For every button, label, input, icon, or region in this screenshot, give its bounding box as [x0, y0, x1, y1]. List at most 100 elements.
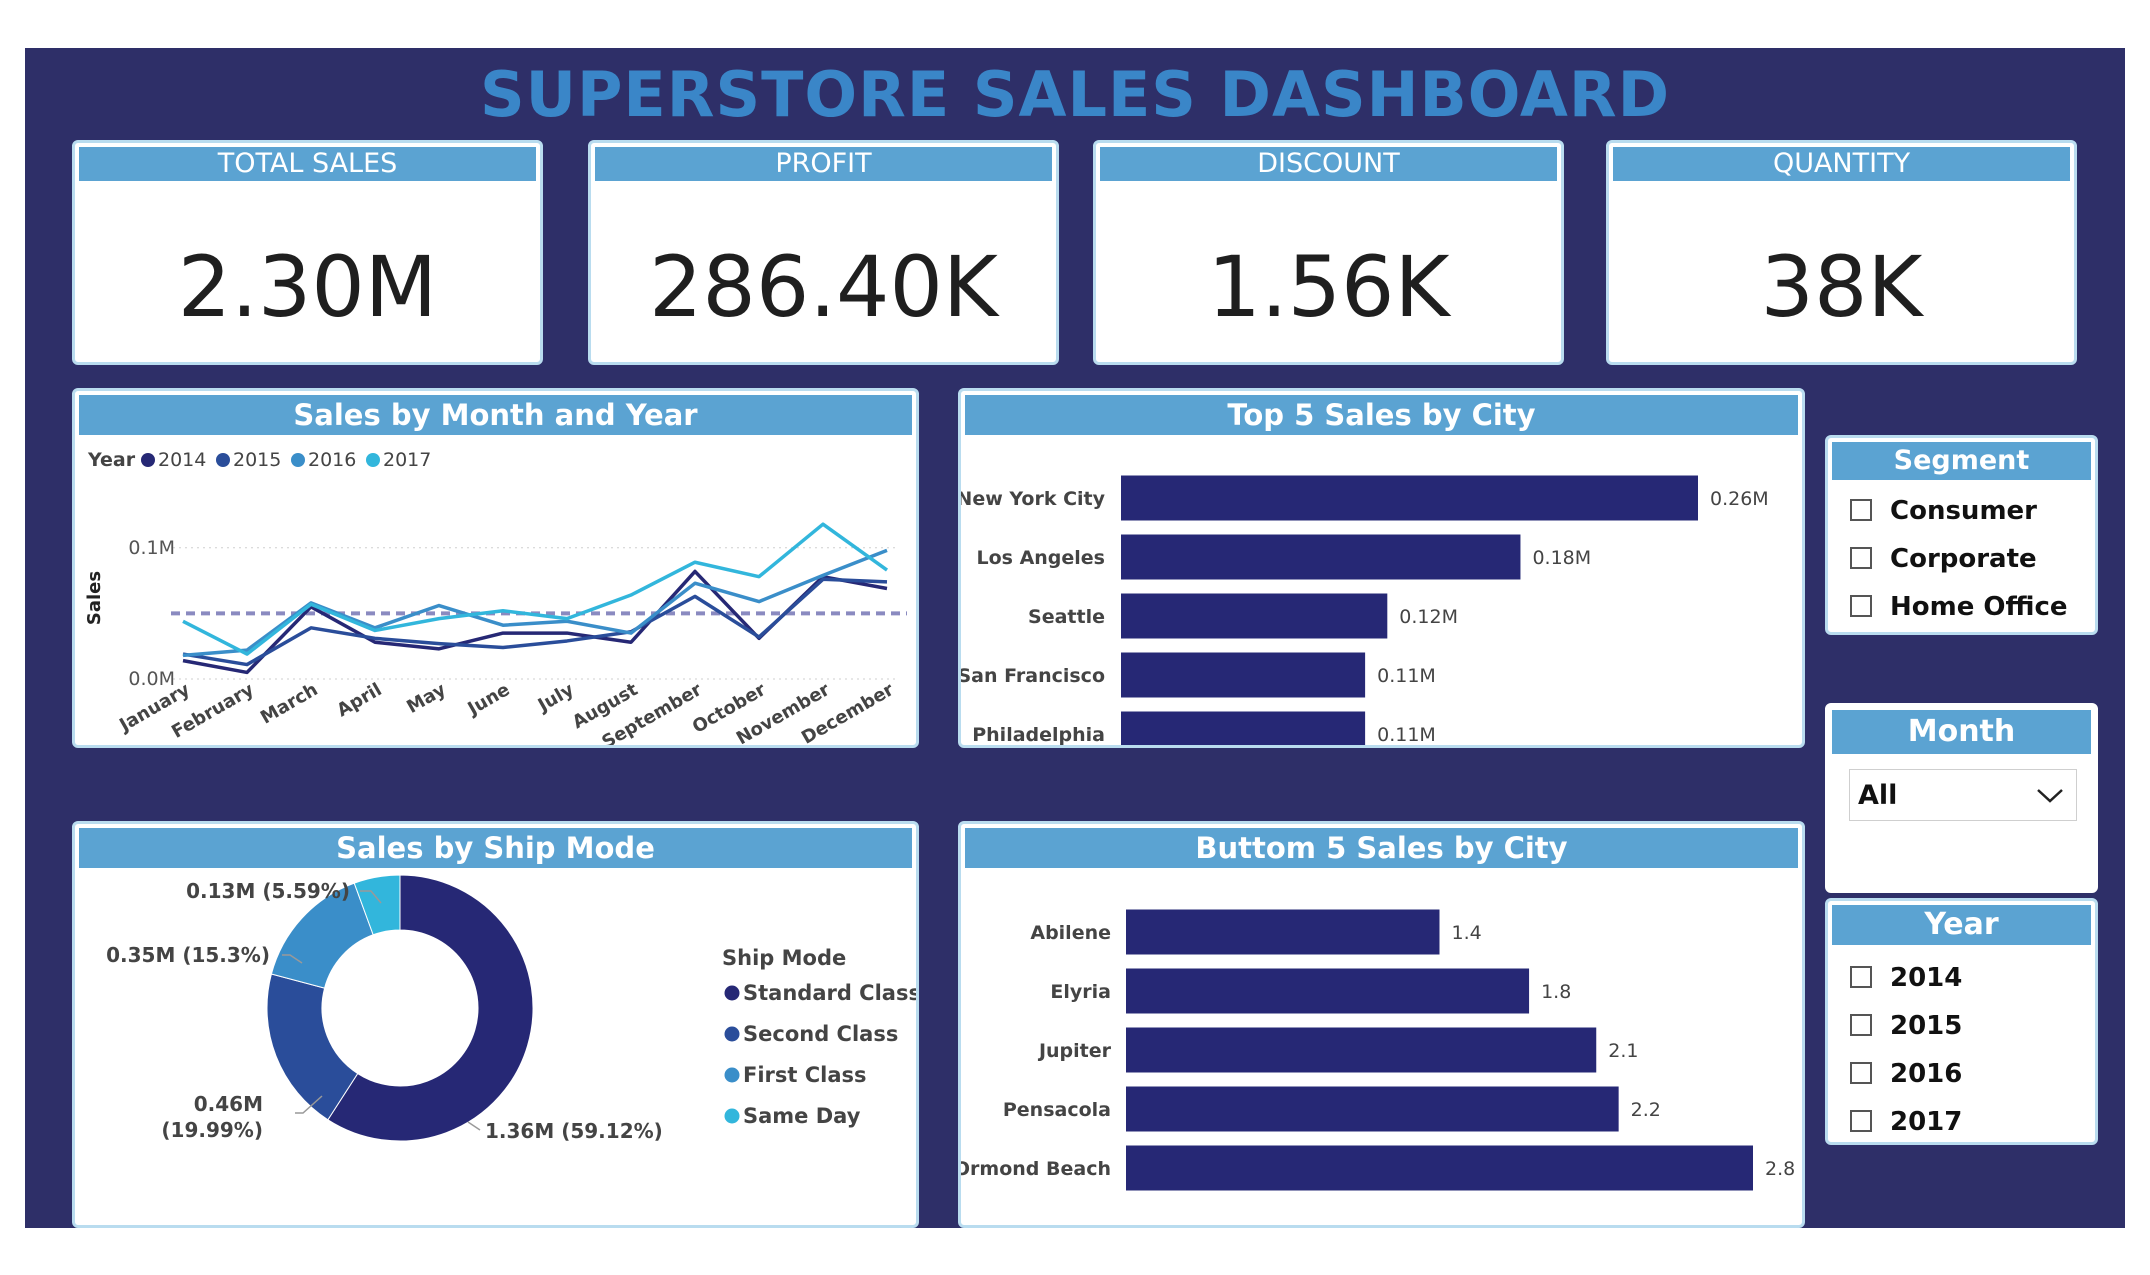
legend-marker [724, 985, 740, 1001]
year-slicer[interactable]: Year 2014 2015 2016 2017 [1825, 898, 2098, 1145]
category-label: Seattle [1028, 606, 1105, 628]
kpi-label: DISCOUNT [1100, 147, 1557, 181]
bar [1121, 593, 1388, 639]
checkbox[interactable] [1850, 499, 1872, 521]
bar [1126, 1027, 1597, 1073]
sales-by-month-panel[interactable]: Sales by Month and Year Year 2014 2015 2016… [72, 388, 919, 748]
legend-label: Same Day [743, 1104, 861, 1128]
panel-title: Buttom 5 Sales by City [965, 828, 1798, 868]
kpi-label: PROFIT [595, 147, 1052, 181]
kpi-value: 2.30M [177, 238, 438, 336]
checkbox[interactable] [1850, 595, 1872, 617]
month-dropdown[interactable]: All [1849, 769, 2077, 821]
bottom5-bar-chart: Abilene 1.4 Elyria 1.8 Jupiter 2.1 Pensacola 2.… [961, 909, 1795, 1191]
category-label: Ormond Beach [961, 1158, 1111, 1180]
bar [1121, 711, 1366, 745]
slicer-title: Month [1832, 710, 2091, 754]
ship-mode-donut-chart: 1.36M (59.12%) 0.46M(19.99%) 0.35M (15.3%)… [106, 874, 916, 1143]
slice-label: (19.99%) [161, 1118, 263, 1142]
kpi-quantity[interactable]: QUANTITY 38K [1606, 140, 2077, 365]
legend-title: Ship Mode [722, 946, 846, 970]
legend-label: Standard Class [743, 981, 916, 1005]
data-label: 0.26M [1710, 488, 1769, 510]
option-label: 2014 [1890, 963, 1963, 993]
x-tick-label: March [257, 679, 322, 728]
bar [1121, 475, 1698, 521]
x-tick-label: July [533, 679, 578, 717]
checkbox[interactable] [1850, 1062, 1872, 1084]
category-label: Elyria [1050, 981, 1111, 1003]
legend-marker [724, 1067, 740, 1083]
kpi-value: 286.40K [648, 238, 998, 336]
checkbox[interactable] [1850, 547, 1872, 569]
kpi-value: 38K [1760, 238, 1923, 336]
slice-label: 0.13M (5.59%) [186, 879, 350, 903]
category-label: San Francisco [961, 665, 1105, 687]
legend-marker [141, 453, 155, 467]
legend-label: 2017 [383, 449, 431, 471]
chevron-down-icon [2037, 789, 2063, 803]
slice-label: 0.35M (15.3%) [106, 943, 270, 967]
legend-label: First Class [743, 1063, 867, 1087]
option-label: 2015 [1890, 1011, 1963, 1041]
data-label: 2.1 [1608, 1040, 1638, 1062]
legend-label: 2014 [158, 449, 206, 471]
slicer-title: Year [1832, 905, 2091, 945]
x-tick-label: June [463, 679, 514, 720]
data-label: 2.2 [1631, 1099, 1661, 1121]
checkbox[interactable] [1850, 966, 1872, 988]
top5-bar-chart: New York City 0.26M Los Angeles 0.18M Seattl… [961, 475, 1769, 745]
bar [1126, 1145, 1753, 1191]
kpi-profit[interactable]: PROFIT 286.40K [588, 140, 1059, 365]
bar [1126, 1086, 1619, 1132]
checkbox[interactable] [1850, 1110, 1872, 1132]
legend-marker [291, 453, 305, 467]
segment-slicer[interactable]: Segment Consumer Corporate Home Office [1825, 435, 2098, 635]
data-label: 0.18M [1532, 547, 1591, 569]
slice-label: 0.46M [194, 1092, 263, 1116]
kpi-label: QUANTITY [1613, 147, 2070, 181]
legend-marker [724, 1026, 740, 1042]
checkbox[interactable] [1850, 1014, 1872, 1036]
month-dropdown-value: All [1858, 780, 1898, 811]
panel-title: Top 5 Sales by City [965, 395, 1798, 435]
dashboard-title: SUPERSTORE SALES DASHBOARD [479, 58, 1671, 131]
bar [1121, 652, 1366, 698]
bottom5-city-panel[interactable]: Buttom 5 Sales by City Abilene 1.4 Elyria 1… [958, 821, 1805, 1228]
kpi-discount[interactable]: DISCOUNT 1.56K [1093, 140, 1564, 365]
kpi-value: 1.56K [1207, 238, 1450, 336]
data-label: 2.8 [1765, 1158, 1795, 1180]
legend-title: Year [87, 449, 136, 471]
slicer-title: Segment [1832, 442, 2091, 480]
panel-title: Sales by Ship Mode [79, 828, 912, 868]
dashboard: SUPERSTORE SALES DASHBOARD TOTAL SALES 2… [25, 48, 2125, 1228]
kpi-total-sales[interactable]: TOTAL SALES 2.30M [72, 140, 543, 365]
option-label: 2016 [1890, 1059, 1963, 1089]
legend-label: Second Class [743, 1022, 898, 1046]
option-label: Home Office [1890, 592, 2068, 622]
bar [1126, 968, 1530, 1014]
data-label: 0.12M [1399, 606, 1458, 628]
legend-marker [366, 453, 380, 467]
month-slicer[interactable]: Month All [1825, 703, 2098, 893]
ship-mode-panel[interactable]: Sales by Ship Mode 1.36M (59.12%) 0.46M (1… [72, 821, 919, 1228]
bar [1126, 909, 1440, 955]
y-tick-label: 0.1M [128, 537, 175, 559]
data-label: 0.11M [1377, 724, 1436, 745]
data-label: 0.11M [1377, 665, 1436, 687]
category-label: New York City [961, 488, 1106, 510]
option-label: 2017 [1890, 1107, 1963, 1137]
y-axis-label: Sales [84, 571, 105, 625]
panel-title: Sales by Month and Year [79, 395, 912, 435]
data-label: 1.4 [1452, 922, 1482, 944]
legend-label: 2016 [308, 449, 356, 471]
category-label: Los Angeles [976, 547, 1105, 569]
legend-marker [724, 1108, 740, 1124]
top5-city-panel[interactable]: Top 5 Sales by City New York City 0.26M Lo… [958, 388, 1805, 748]
legend-label: 2015 [233, 449, 281, 471]
category-label: Jupiter [1037, 1040, 1112, 1062]
x-tick-label: April [333, 679, 385, 721]
line-chart: Year 2014 2015 2016 20170.1M0.0MSalesJanuary… [84, 449, 907, 745]
x-tick-label: May [403, 679, 449, 718]
option-label: Consumer [1890, 496, 2037, 526]
